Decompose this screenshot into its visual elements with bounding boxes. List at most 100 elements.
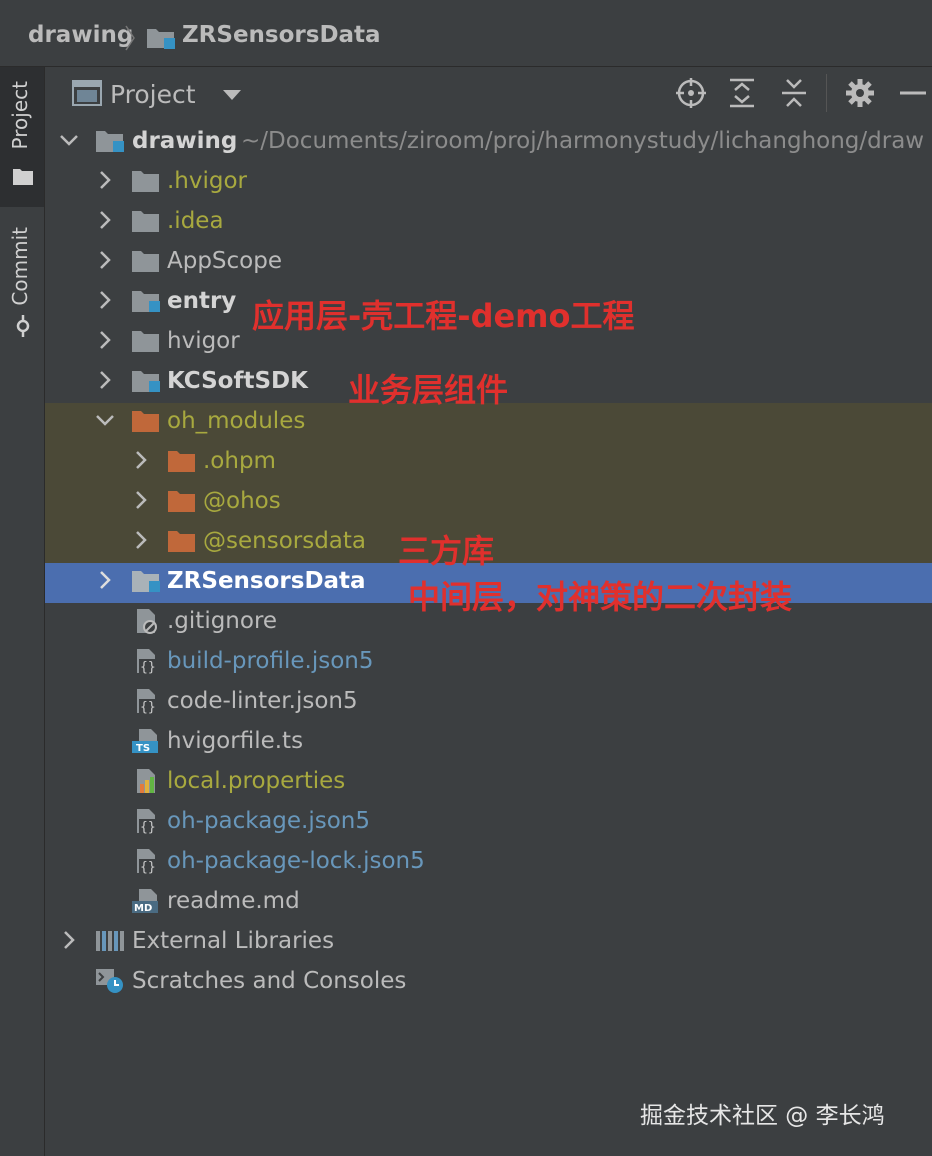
chevron-right-icon[interactable] [95, 250, 115, 270]
tree-item-label: @ohos [203, 488, 281, 514]
tree-item-label: KCSoftSDK [167, 368, 308, 394]
tree-item-idea[interactable]: .idea [45, 203, 932, 243]
typescript-file-icon: TS [132, 729, 158, 754]
chevron-right-icon[interactable] [131, 490, 151, 510]
tree-item-hvigorfile[interactable]: TS hvigorfile.ts [45, 723, 932, 763]
annotation-third-party: 三方库 [398, 532, 495, 570]
breadcrumb-root[interactable]: drawing [28, 22, 133, 48]
annotation-entry: 应用层-壳工程-demo工程 [252, 297, 635, 335]
tree-item-oh-package[interactable]: {} oh-package.json5 [45, 803, 932, 843]
chevron-down-icon[interactable] [222, 88, 242, 102]
tab-commit[interactable]: Commit [0, 217, 44, 347]
toolbar-divider [826, 74, 827, 112]
excluded-folder-icon [168, 491, 195, 512]
breadcrumb: drawing ZRSensorsData [0, 0, 932, 67]
folder-icon [132, 171, 159, 192]
chevron-right-icon[interactable] [95, 330, 115, 350]
folder-icon [132, 251, 159, 272]
tree-root-path: ~/Documents/ziroom/proj/harmonystudy/lic… [241, 128, 925, 154]
tree-root-row[interactable]: drawing ~/Documents/ziroom/proj/harmonys… [45, 123, 932, 163]
chevron-down-icon[interactable] [95, 410, 115, 430]
locate-icon[interactable] [674, 76, 708, 110]
gear-icon[interactable] [843, 76, 877, 110]
tree-item-code-linter[interactable]: {} code-linter.json5 [45, 683, 932, 723]
tree-item-label: External Libraries [132, 928, 335, 954]
json-file-icon: {} [137, 689, 157, 714]
json-file-icon: {} [137, 849, 157, 874]
tree-root-name: drawing [132, 128, 238, 154]
module-folder-icon [132, 571, 160, 592]
module-folder-icon [132, 371, 160, 392]
tab-commit-label: Commit [8, 227, 32, 306]
tree-item-ohos[interactable]: @ohos [45, 483, 932, 523]
project-view-icon [72, 80, 102, 106]
chevron-right-icon[interactable] [95, 210, 115, 230]
tree-item-hvigor-hidden[interactable]: .hvigor [45, 163, 932, 203]
tree-item-label: @sensorsdata [203, 528, 367, 554]
panel-title[interactable]: Project [110, 80, 196, 109]
excluded-folder-icon [168, 531, 195, 552]
svg-text:{}: {} [140, 820, 156, 834]
expand-all-icon[interactable] [725, 76, 759, 110]
tree-item-label: .ohpm [203, 448, 276, 474]
tool-window-strip: Project Commit [0, 67, 45, 1156]
excluded-folder-icon [132, 411, 159, 432]
tree-item-label: oh-package-lock.json5 [167, 848, 425, 874]
annotation-zrsensors: 中间层，对神策的二次封装 [408, 578, 793, 616]
markdown-file-icon: MD [132, 889, 158, 914]
tree-item-label: oh_modules [167, 408, 306, 434]
json-file-icon: {} [137, 809, 157, 834]
ignore-file-icon [137, 609, 157, 634]
tree-item-scratches[interactable]: Scratches and Consoles [45, 963, 932, 1003]
chevron-right-icon[interactable] [131, 530, 151, 550]
tree-item-label: build-profile.json5 [167, 648, 374, 674]
tree-item-label: ZRSensorsData [167, 568, 366, 594]
excluded-folder-icon [168, 451, 195, 472]
tree-item-appscope[interactable]: AppScope [45, 243, 932, 283]
chevron-right-icon[interactable] [95, 370, 115, 390]
folder-icon [132, 331, 159, 352]
tree-item-build-profile[interactable]: {} build-profile.json5 [45, 643, 932, 683]
chevron-down-icon[interactable] [59, 130, 79, 150]
module-folder-icon [132, 291, 160, 312]
scratches-icon [96, 969, 123, 993]
tree-item-label: .hvigor [167, 168, 248, 194]
svg-text:{}: {} [140, 860, 156, 874]
project-folder-icon [13, 169, 33, 185]
chevron-right-icon[interactable] [95, 290, 115, 310]
tree-item-label: hvigorfile.ts [167, 728, 304, 754]
chevron-right-icon[interactable] [131, 450, 151, 470]
chevron-right-icon[interactable] [59, 930, 79, 950]
tree-item-readme[interactable]: MD readme.md [45, 883, 932, 923]
breadcrumb-module[interactable]: ZRSensorsData [182, 22, 381, 48]
tab-project[interactable]: Project [0, 67, 44, 207]
svg-text:{}: {} [140, 700, 156, 714]
tree-item-label: entry [167, 288, 237, 314]
library-icon [96, 931, 124, 951]
tab-project-label: Project [8, 81, 32, 150]
watermark: 掘金技术社区 @ 李长鸿 [640, 1103, 885, 1129]
tree-item-label: readme.md [167, 888, 300, 914]
properties-file-icon [137, 769, 155, 793]
tree-item-label: .idea [167, 208, 224, 234]
breadcrumb-separator-icon [125, 25, 135, 51]
svg-text:{}: {} [140, 660, 156, 674]
chevron-right-icon[interactable] [95, 570, 115, 590]
svg-text:MD: MD [134, 903, 152, 914]
tree-item-local-properties[interactable]: local.properties [45, 763, 932, 803]
tree-item-ohpm[interactable]: .ohpm [45, 443, 932, 483]
tree-item-label: Scratches and Consoles [132, 968, 407, 994]
annotation-kcsoftsdk: 业务层组件 [348, 371, 509, 409]
tree-item-label: local.properties [167, 768, 346, 794]
tree-item-label: oh-package.json5 [167, 808, 371, 834]
tree-item-label: hvigor [167, 328, 240, 354]
tree-item-external-libraries[interactable]: External Libraries [45, 923, 932, 963]
tree-item-label: AppScope [167, 248, 282, 274]
tree-item-label: .gitignore [167, 608, 278, 634]
chevron-right-icon[interactable] [95, 170, 115, 190]
tree-item-oh-package-lock[interactable]: {} oh-package-lock.json5 [45, 843, 932, 883]
svg-text:TS: TS [136, 743, 150, 754]
hide-panel-icon[interactable] [896, 76, 930, 110]
module-folder-icon [147, 29, 175, 49]
collapse-all-icon[interactable] [777, 76, 811, 110]
